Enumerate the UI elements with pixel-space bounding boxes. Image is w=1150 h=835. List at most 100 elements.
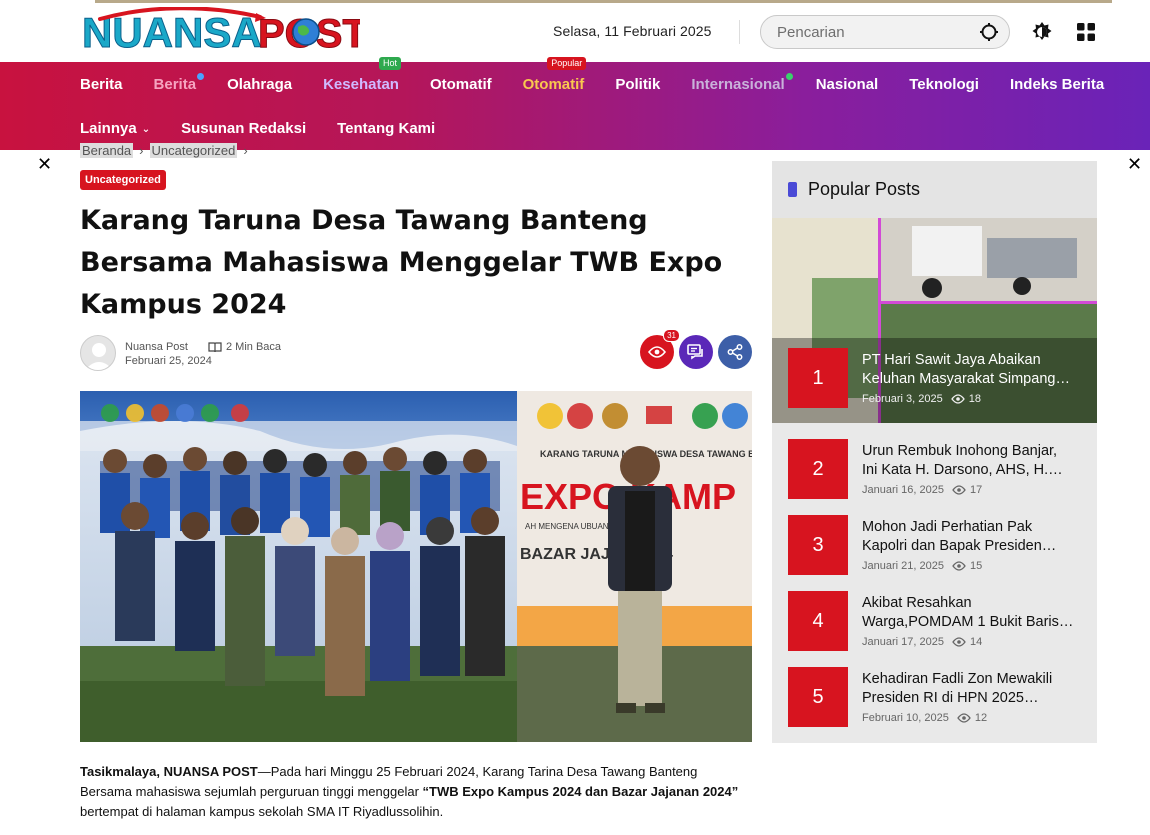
chevron-down-icon: ⌄ — [141, 123, 151, 135]
breadcrumb-home[interactable]: Beranda — [80, 143, 134, 158]
post-title[interactable]: Urun Rembuk Inohong Banjar, Ini Kata H. … — [862, 442, 1078, 480]
site-logo[interactable]: NUANSA POST — [80, 6, 360, 56]
post-date: Januari 17, 2025 — [862, 636, 944, 648]
nav-item-label: Kesehatan — [323, 75, 399, 93]
share-icon — [727, 344, 743, 360]
view-count-badge: 31 — [663, 329, 680, 342]
nav-item-label: Berita — [153, 75, 197, 93]
lead-text-part-2: bertempat di halaman kampus sekolah SMA … — [80, 804, 444, 819]
grid-menu-icon[interactable] — [1074, 20, 1098, 44]
post-view-count: 17 — [969, 484, 983, 496]
search-input[interactable] — [761, 17, 971, 47]
nav-item-teknologi[interactable]: Teknologi — [909, 76, 979, 93]
post-title-line-2: Warga,POMDAM 1 Bukit Baris… — [862, 614, 1074, 630]
popular-post-4[interactable]: 4 Akibat Resahkan Warga,POMDAM 1 Bukit B… — [788, 591, 1088, 651]
post-title-line-2: Presiden RI di HPN 2025… — [862, 690, 1039, 706]
nav-item-label: Otomatif — [522, 75, 585, 93]
nav-item-otomatif-popular[interactable]: Otomatif Popular — [522, 56, 587, 93]
post-view-count: 12 — [974, 712, 988, 724]
nav-item-berita[interactable]: Berita — [80, 76, 123, 93]
nav-item-olahraga[interactable]: Olahraga — [227, 76, 292, 93]
top-header: NUANSA POST Selasa, 11 Februari 2025 — [0, 0, 1150, 62]
breadcrumb-category[interactable]: Uncategorized — [149, 143, 238, 158]
post-views: 15 — [952, 560, 982, 572]
article-title: Karang Taruna Desa Tawang Banteng Bersam… — [80, 205, 723, 320]
post-view-count: 18 — [968, 393, 981, 405]
hero-photo: KARANG TARUNA MAHASISWA DESA TAWANG BANT… — [80, 391, 752, 742]
article-hero-image[interactable]: KARANG TARUNA MAHASISWA DESA TAWANG BANT… — [80, 391, 752, 742]
nav-row-primary: Berita Berita Olahraga Kesehatan Hot Otom… — [80, 56, 1135, 106]
nav-item-label: Lainnya — [80, 119, 137, 137]
post-views: 14 — [952, 636, 982, 648]
post-title-line-2: Kapolri dan Bapak Presiden… — [862, 538, 1057, 554]
post-title-line-1: Akibat Resahkan — [862, 595, 972, 611]
eye-icon — [952, 637, 966, 647]
featured-popular-post[interactable]: 1 PT Hari Sawit Jaya Abaikan Keluhan Mas… — [772, 218, 1097, 423]
author-name[interactable]: Nuansa Post — [125, 341, 188, 353]
eye-icon — [952, 561, 966, 571]
author-avatar[interactable] — [80, 335, 116, 371]
share-button[interactable] — [718, 335, 752, 369]
post-meta: Januari 21, 2025 15 — [862, 560, 982, 572]
popular-post-1[interactable]: 1 PT Hari Sawit Jaya Abaikan Keluhan Mas… — [788, 348, 1088, 408]
post-meta: Februari 10, 2025 12 — [862, 712, 987, 724]
post-rank: 2 — [788, 439, 848, 499]
post-title-line-1: Kehadiran Fadli Zon Mewakili — [862, 671, 1053, 687]
widget-header: Popular Posts — [772, 161, 1097, 218]
popular-post-2[interactable]: 2 Urun Rembuk Inohong Banjar, Ini Kata H… — [788, 439, 1088, 499]
popular-posts-widget: Popular Posts 1 PT Hari Sawit Jaya Abaik… — [772, 161, 1097, 743]
post-title-line-1: Mohon Jadi Perhatian Pak — [862, 519, 1033, 535]
post-rank: 4 — [788, 591, 848, 651]
new-indicator-dot — [785, 72, 793, 80]
post-meta: Januari 17, 2025 14 — [862, 636, 982, 648]
lead-quote: “TWB Expo Kampus 2024 dan Bazar Jajanan … — [422, 784, 739, 799]
theme-toggle-icon[interactable] — [1030, 20, 1054, 44]
post-title[interactable]: Akibat Resahkan Warga,POMDAM 1 Bukit Bar… — [862, 594, 1078, 632]
popular-badge: Popular — [547, 56, 587, 70]
breadcrumb-separator: › — [243, 143, 248, 158]
post-date: Februari 3, 2025 — [862, 393, 943, 405]
eye-icon — [950, 394, 965, 404]
comment-icon — [687, 344, 703, 360]
nav-item-nasional[interactable]: Nasional — [816, 76, 879, 93]
new-indicator-dot — [197, 72, 205, 80]
post-view-count: 15 — [969, 560, 983, 572]
post-title[interactable]: Mohon Jadi Perhatian Pak Kapolri dan Bap… — [862, 518, 1078, 556]
breadcrumb: Beranda › Uncategorized › — [80, 143, 248, 158]
nav-item-lainnya[interactable]: Lainnya ⌄ — [80, 120, 150, 137]
post-meta: Januari 16, 2025 17 — [862, 484, 982, 496]
post-views: 12 — [957, 712, 987, 724]
close-ad-right-icon[interactable]: ✕ — [1127, 155, 1142, 173]
category-badge[interactable]: Uncategorized — [80, 170, 166, 190]
nav-item-susunan-redaksi[interactable]: Susunan Redaksi — [181, 120, 306, 137]
post-rank: 1 — [788, 348, 848, 408]
current-date: Selasa, 11 Februari 2025 — [553, 23, 712, 39]
nav-item-internasional[interactable]: Internasional — [691, 72, 793, 93]
post-title[interactable]: Kehadiran Fadli Zon Mewakili Presiden RI… — [862, 670, 1078, 708]
post-title-line-1: PT Hari Sawit Jaya Abaikan — [862, 352, 1041, 368]
publish-date: Februari 25, 2024 — [125, 355, 212, 367]
post-meta: Februari 3, 2025 18 — [862, 393, 981, 405]
post-rank: 3 — [788, 515, 848, 575]
close-ad-left-icon[interactable]: ✕ — [37, 155, 52, 173]
nav-item-politik[interactable]: Politik — [615, 76, 660, 93]
post-date: Januari 21, 2025 — [862, 560, 944, 572]
views-button[interactable]: 31 — [640, 329, 680, 369]
nav-item-berita-active[interactable]: Berita — [153, 72, 205, 93]
comments-button[interactable] — [679, 335, 713, 369]
nav-item-kesehatan[interactable]: Kesehatan Hot — [323, 56, 401, 93]
nav-item-indeks-berita[interactable]: Indeks Berita — [1010, 76, 1104, 93]
post-title[interactable]: PT Hari Sawit Jaya Abaikan Keluhan Masya… — [862, 351, 1078, 389]
widget-title: Popular Posts — [808, 179, 921, 199]
popular-post-3[interactable]: 3 Mohon Jadi Perhatian Pak Kapolri dan B… — [788, 515, 1088, 575]
popular-post-5[interactable]: 5 Kehadiran Fadli Zon Mewakili Presiden … — [788, 667, 1088, 727]
breadcrumb-separator: › — [139, 143, 144, 158]
nav-item-otomatif[interactable]: Otomatif — [430, 76, 492, 93]
search-icon[interactable] — [979, 22, 999, 42]
nav-item-tentang-kami[interactable]: Tentang Kami — [337, 120, 435, 137]
eye-icon — [957, 713, 971, 723]
post-date: Januari 16, 2025 — [862, 484, 944, 496]
read-time: 2 Min Baca — [208, 341, 281, 353]
widget-accent-bar — [788, 182, 797, 197]
search-box[interactable] — [760, 15, 1010, 49]
